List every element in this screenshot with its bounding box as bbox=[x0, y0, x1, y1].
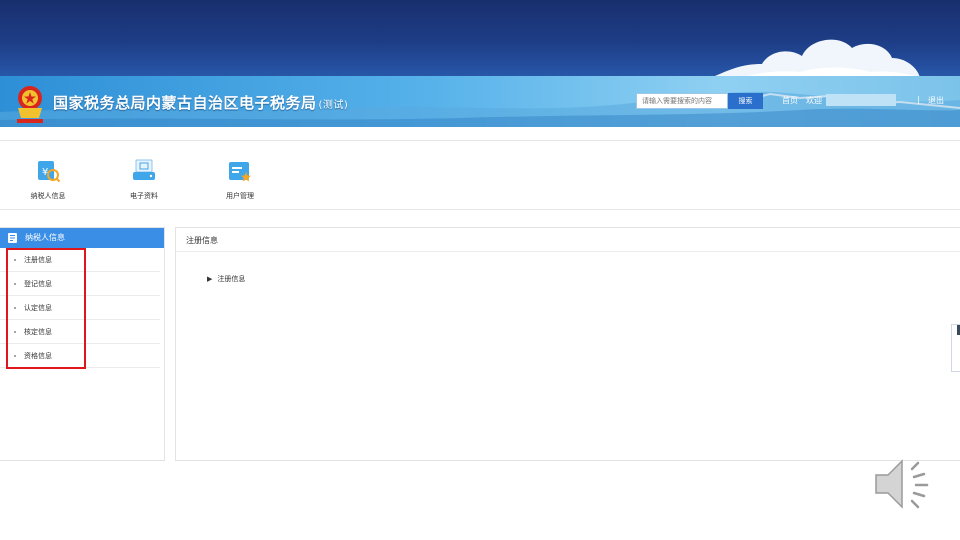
logout-link[interactable]: 退出 bbox=[928, 95, 944, 106]
tax-emblem-icon bbox=[17, 86, 43, 123]
expand-arrow-icon[interactable]: ▶ bbox=[207, 275, 212, 283]
module-taxpayer-info[interactable]: ¥ 纳税人信息 bbox=[13, 158, 83, 201]
username-field bbox=[826, 94, 896, 106]
tree-node-label: 注册信息 bbox=[217, 275, 246, 283]
content-panel: 注册信息 ▶ 注册信息 bbox=[175, 227, 960, 461]
document-list-icon bbox=[8, 233, 17, 243]
side-floating-widget[interactable] bbox=[951, 324, 960, 372]
module-electronic-documents[interactable]: 电子资料 bbox=[109, 158, 179, 201]
module-label: 电子资料 bbox=[130, 192, 158, 200]
sidebar-item-approval-info[interactable]: 核定信息 bbox=[0, 320, 160, 344]
welcome-text: 欢迎 bbox=[806, 96, 822, 105]
top-banner bbox=[0, 0, 960, 76]
speaker-icon[interactable] bbox=[872, 455, 938, 513]
sidebar-title: 纳税人信息 bbox=[25, 233, 65, 242]
cloud-decoration bbox=[714, 39, 920, 76]
site-title-tag: (测试) bbox=[318, 100, 349, 111]
module-user-management[interactable]: 用户管理 bbox=[205, 158, 275, 201]
nav-separator: | bbox=[917, 95, 920, 104]
search-input[interactable] bbox=[636, 93, 728, 109]
module-label: 纳税人信息 bbox=[30, 192, 66, 200]
page: 国家税务总局内蒙古自治区电子税务局(测试) 搜索 首页 欢迎 | 退出 ¥ 纳税… bbox=[0, 0, 960, 540]
sidebar-item-registration-info[interactable]: 注册信息 bbox=[0, 248, 160, 272]
sidebar-item-certification-info[interactable]: 认定信息 bbox=[0, 296, 160, 320]
sidebar: 纳税人信息 注册信息 登记信息 认定信息 核定信息 资格信息 bbox=[0, 227, 165, 461]
search-button[interactable]: 搜索 bbox=[728, 93, 763, 109]
site-title-text: 国家税务总局内蒙古自治区电子税务局 bbox=[53, 94, 317, 112]
user-management-icon bbox=[229, 162, 251, 182]
site-title: 国家税务总局内蒙古自治区电子税务局 (测试) bbox=[53, 92, 348, 113]
home-link[interactable]: 首页 bbox=[782, 95, 798, 106]
taxpayer-info-icon: ¥ bbox=[38, 161, 61, 183]
electronic-documents-icon bbox=[133, 159, 155, 180]
tree-node-registration[interactable]: ▶ 注册信息 bbox=[207, 274, 245, 284]
sidebar-item-qualification-info[interactable]: 资格信息 bbox=[0, 344, 160, 368]
sidebar-item-record-info[interactable]: 登记信息 bbox=[0, 272, 160, 296]
module-bar: ¥ 纳税人信息 电子资料 用户管理 bbox=[0, 140, 960, 210]
content-title: 注册信息 bbox=[176, 228, 960, 252]
module-label: 用户管理 bbox=[226, 192, 254, 200]
sidebar-header: 纳税人信息 bbox=[0, 228, 164, 248]
